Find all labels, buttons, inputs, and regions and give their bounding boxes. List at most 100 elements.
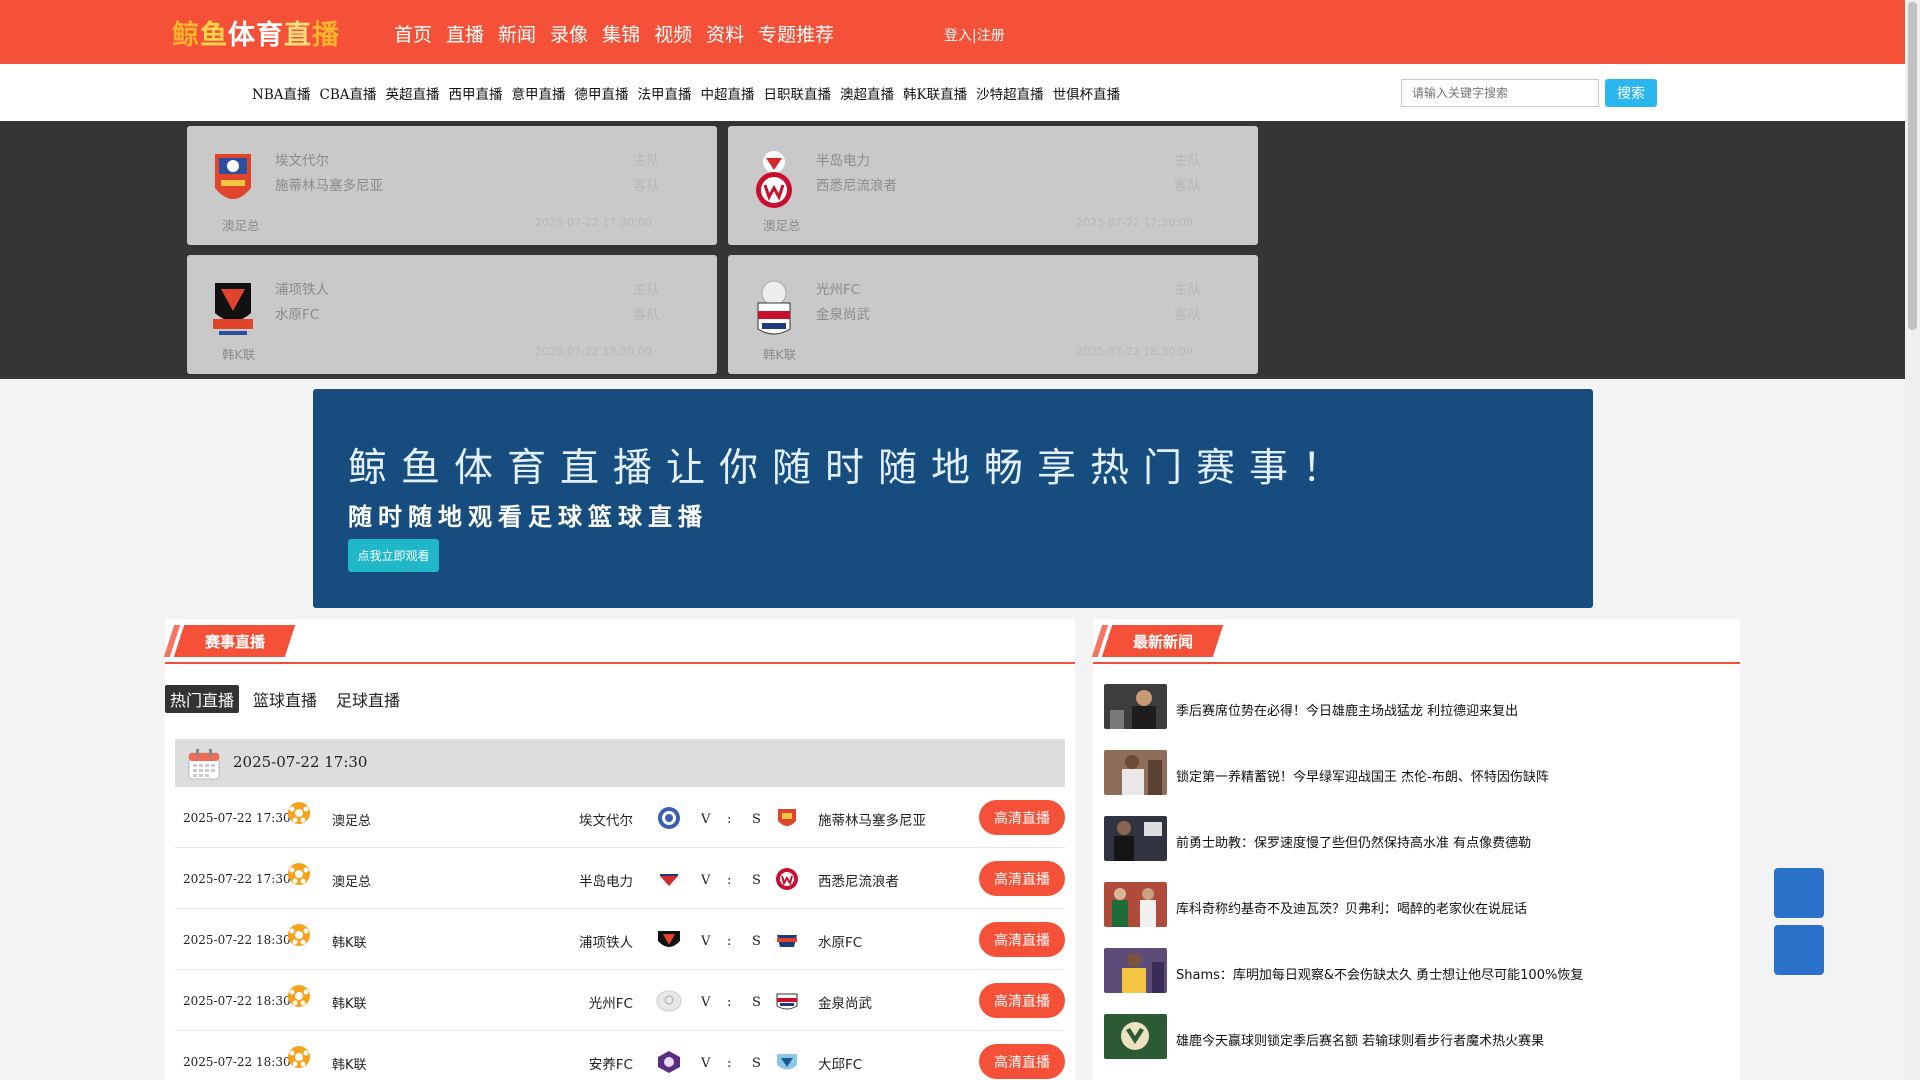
featured-match-card[interactable]: 浦项铁人 水原FC 主队 客队 韩K联 2025-07-22 18:30:00 bbox=[187, 255, 717, 374]
news-thumbnail bbox=[1104, 816, 1167, 861]
match-list: 2025-07-22 17:30 澳足总 埃文代尔 V : S 施蒂林马塞多尼亚… bbox=[175, 787, 1065, 1080]
wanderers-logo-icon bbox=[776, 868, 798, 890]
main-nav: 首页 直播 新闻 录像 集锦 视频 资料 专题推荐 bbox=[394, 20, 848, 47]
tab-basketball-live[interactable]: 篮球直播 bbox=[248, 685, 322, 713]
avondale-logo-icon bbox=[658, 807, 680, 829]
pohang-logo-icon bbox=[658, 931, 680, 947]
section-title: 最新新闻 bbox=[1133, 633, 1194, 651]
live-section: 赛事直播 热门直播 篮球直播 足球直播 2025-07-22 17:30 202… bbox=[163, 619, 1075, 1080]
news-item[interactable]: 季后赛席位势在必得！今日雄鹿主场战猛龙 利拉德迎来复出 bbox=[1104, 664, 1724, 730]
float-button[interactable] bbox=[1774, 868, 1824, 918]
subnav-csl[interactable]: 中超直播 bbox=[700, 83, 754, 103]
tab-football-live[interactable]: 足球直播 bbox=[331, 685, 405, 713]
gimcheon-logo-icon bbox=[776, 993, 798, 1010]
top-header: 鲸 鱼 体 育 直 播 首页 直播 新闻 录像 集锦 视频 资料 专题推荐 登入… bbox=[0, 0, 1905, 64]
pohang-logo-icon bbox=[213, 283, 253, 335]
peninsula-power-logo-icon bbox=[658, 868, 680, 890]
featured-matches: 埃文代尔 施蒂林马塞多尼亚 主队 客队 澳足总 2025-07-22 17:30… bbox=[0, 121, 1905, 379]
nav-highlights[interactable]: 集锦 bbox=[602, 20, 640, 47]
match-row: 2025-07-22 18:30 韩K联 安养FC V : S 大邱FC 高清直… bbox=[175, 1031, 1065, 1080]
news-list: 季后赛席位势在必得！今日雄鹿主场战猛龙 利拉德迎来复出 锁定第一养精蓄锐！今早绿… bbox=[1104, 664, 1724, 1080]
news-thumbnail bbox=[1104, 684, 1167, 729]
featured-match-card[interactable]: 埃文代尔 施蒂林马塞多尼亚 主队 客队 澳足总 2025-07-22 17:30… bbox=[187, 126, 717, 245]
subnav-seriea[interactable]: 意甲直播 bbox=[511, 83, 565, 103]
subnav-epl[interactable]: 英超直播 bbox=[385, 83, 439, 103]
news-thumbnail bbox=[1104, 1014, 1167, 1059]
nav-video[interactable]: 视频 bbox=[654, 20, 692, 47]
subnav-jleague[interactable]: 日职联直播 bbox=[763, 83, 831, 103]
featured-match-card[interactable]: 半岛电力 西悉尼流浪者 主队 客队 澳足总 2025-07-22 17:30:0… bbox=[728, 126, 1258, 245]
scrollbar-thumb[interactable] bbox=[1908, 2, 1917, 330]
date-header: 2025-07-22 17:30 bbox=[175, 739, 1065, 787]
section-header: 最新新闻 bbox=[1091, 619, 1740, 664]
nav-news[interactable]: 新闻 bbox=[498, 20, 536, 47]
news-item[interactable]: 锁定第一养精蓄锐！今早绿军迎战国王 杰伦-布朗、怀特因伤缺阵 bbox=[1104, 730, 1724, 796]
nav-data[interactable]: 资料 bbox=[706, 20, 744, 47]
featured-match-card[interactable]: 光州FC 金泉尚武 主队 客队 韩K联 2025-07-22 18:30:00 bbox=[728, 255, 1258, 374]
hd-live-button[interactable]: 高清直播 bbox=[979, 983, 1065, 1018]
news-thumbnail bbox=[1104, 948, 1167, 993]
news-section: 最新新闻 季后赛席位势在必得！今日雄鹿主场战猛龙 利拉德迎来复出 锁定第一养精蓄… bbox=[1091, 619, 1740, 1080]
news-item[interactable]: Shams：库明加每日观察&不会伤缺太久 勇士想让他尽可能100%恢复 bbox=[1104, 928, 1724, 994]
nav-home[interactable]: 首页 bbox=[394, 20, 432, 47]
promo-banner: 鲸鱼体育直播让你随时随地畅享热门赛事！ 随时随地观看足球篮球直播 点我立即观看 bbox=[313, 389, 1593, 608]
login-register-link[interactable]: 登入|注册 bbox=[944, 25, 1005, 45]
wanderers-logo-icon bbox=[756, 151, 792, 208]
suwon-fc-logo-icon bbox=[777, 935, 797, 947]
nav-replay[interactable]: 录像 bbox=[550, 20, 588, 47]
float-button[interactable] bbox=[1774, 925, 1824, 975]
news-item[interactable]: 雄鹿今天赢球则锁定季后赛名额 若输球则看步行者魔术热火赛果 bbox=[1104, 994, 1724, 1060]
live-tabs: 热门直播 篮球直播 足球直播 bbox=[165, 685, 414, 713]
news-item[interactable] bbox=[1104, 1060, 1724, 1080]
football-icon bbox=[288, 863, 310, 885]
avondale-logo-icon bbox=[215, 154, 251, 199]
subnav-bundesliga[interactable]: 德甲直播 bbox=[574, 83, 628, 103]
page: 鲸 鱼 体 育 直 播 首页 直播 新闻 录像 集锦 视频 资料 专题推荐 登入… bbox=[0, 0, 1905, 1080]
subnav-aleague[interactable]: 澳超直播 bbox=[840, 83, 894, 103]
section-header: 赛事直播 bbox=[163, 619, 1075, 664]
hd-live-button[interactable]: 高清直播 bbox=[979, 922, 1065, 957]
anyang-fc-logo-icon bbox=[658, 1051, 680, 1073]
site-logo[interactable]: 鲸 鱼 体 育 直 播 bbox=[172, 12, 340, 52]
watch-now-button[interactable]: 点我立即观看 bbox=[348, 539, 439, 572]
stirling-macedonia-logo-icon bbox=[778, 809, 796, 826]
banner-subline: 随时随地观看足球篮球直播 bbox=[348, 503, 708, 531]
tab-hot-live[interactable]: 热门直播 bbox=[165, 685, 240, 713]
gimcheon-logo-icon bbox=[757, 280, 791, 335]
news-thumbnail bbox=[1104, 882, 1167, 927]
subnav-ligue1[interactable]: 法甲直播 bbox=[637, 83, 691, 103]
match-row: 2025-07-22 17:30 澳足总 半岛电力 V : S 西悉尼流浪者 高… bbox=[175, 848, 1065, 909]
football-icon bbox=[288, 1046, 310, 1068]
subnav-laliga[interactable]: 西甲直播 bbox=[448, 83, 502, 103]
search-input[interactable] bbox=[1401, 79, 1599, 107]
subnav-kleague[interactable]: 韩K联直播 bbox=[903, 83, 967, 103]
hd-live-button[interactable]: 高清直播 bbox=[979, 1044, 1065, 1079]
subnav-cba[interactable]: CBA直播 bbox=[319, 83, 376, 103]
banner-headline: 鲸鱼体育直播让你随时随地畅享热门赛事！ bbox=[348, 446, 1356, 491]
calendar-icon bbox=[188, 749, 220, 780]
league-nav: NBA直播 CBA直播 英超直播 西甲直播 意甲直播 德甲直播 法甲直播 中超直… bbox=[252, 83, 1129, 103]
section-title: 赛事直播 bbox=[205, 633, 266, 651]
football-icon bbox=[288, 802, 310, 824]
page-scrollbar[interactable] bbox=[1905, 0, 1920, 1080]
nav-special[interactable]: 专题推荐 bbox=[758, 20, 834, 47]
search-button[interactable]: 搜索 bbox=[1605, 79, 1657, 107]
subnav-nba[interactable]: NBA直播 bbox=[252, 83, 310, 103]
match-row: 2025-07-22 17:30 澳足总 埃文代尔 V : S 施蒂林马塞多尼亚… bbox=[175, 787, 1065, 848]
subnav-saudi[interactable]: 沙特超直播 bbox=[976, 83, 1044, 103]
daegu-fc-logo-icon bbox=[777, 1054, 797, 1070]
match-row: 2025-07-22 18:30 韩K联 浦项铁人 V : S 水原FC 高清直… bbox=[175, 909, 1065, 970]
hd-live-button[interactable]: 高清直播 bbox=[979, 861, 1065, 896]
news-item[interactable]: 前勇士助教：保罗速度慢了些但仍然保持高水准 有点像费德勒 bbox=[1104, 796, 1724, 862]
match-row: 2025-07-22 18:30 韩K联 光州FC V : S 金泉尚武 高清直… bbox=[175, 970, 1065, 1031]
date-text: 2025-07-22 17:30 bbox=[233, 753, 368, 771]
subnav-club-world-cup[interactable]: 世俱杯直播 bbox=[1053, 83, 1121, 103]
news-thumbnail bbox=[1104, 750, 1167, 795]
news-item[interactable]: 库科奇称约基奇不及迪瓦茨？贝弗利：喝醉的老家伙在说屁话 bbox=[1104, 862, 1724, 928]
football-icon bbox=[288, 924, 310, 946]
hd-live-button[interactable]: 高清直播 bbox=[979, 800, 1065, 835]
sub-nav-bar: NBA直播 CBA直播 英超直播 西甲直播 意甲直播 德甲直播 法甲直播 中超直… bbox=[0, 64, 1905, 121]
nav-live[interactable]: 直播 bbox=[446, 20, 484, 47]
gwangju-fc-logo-icon bbox=[656, 990, 682, 1012]
football-icon bbox=[288, 985, 310, 1007]
